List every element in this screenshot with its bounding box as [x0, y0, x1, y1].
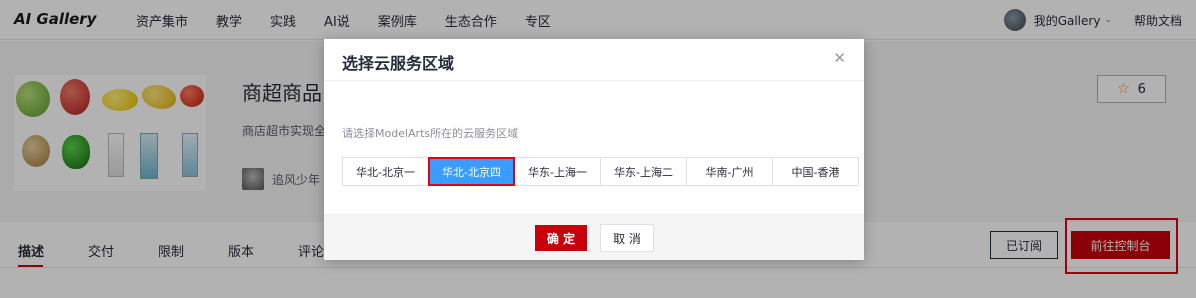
close-icon[interactable]: ✕ — [833, 49, 846, 67]
dialog-hint: 请选择ModelArts所在的云服务区域 — [342, 127, 519, 140]
region-option-shanghai-1[interactable]: 华东-上海一 — [514, 157, 601, 186]
dialog-title: 选择云服务区域 — [342, 54, 455, 73]
region-select-dialog: 选择云服务区域 ✕ 请选择ModelArts所在的云服务区域 华北-北京一 华北… — [324, 39, 864, 260]
region-option-beijing-4[interactable]: 华北-北京四 — [428, 157, 515, 186]
region-option-hongkong[interactable]: 中国-香港 — [772, 157, 859, 186]
region-option-shanghai-2[interactable]: 华东-上海二 — [600, 157, 687, 186]
cancel-button[interactable]: 取 消 — [600, 224, 654, 252]
confirm-button[interactable]: 确 定 — [535, 225, 587, 251]
dialog-footer: 确 定 取 消 — [324, 214, 864, 260]
region-options: 华北-北京一 华北-北京四 华东-上海一 华东-上海二 华南-广州 中国-香港 — [342, 157, 859, 186]
region-option-beijing-1[interactable]: 华北-北京一 — [342, 157, 429, 186]
dialog-divider — [324, 80, 864, 81]
region-option-guangzhou[interactable]: 华南-广州 — [686, 157, 773, 186]
